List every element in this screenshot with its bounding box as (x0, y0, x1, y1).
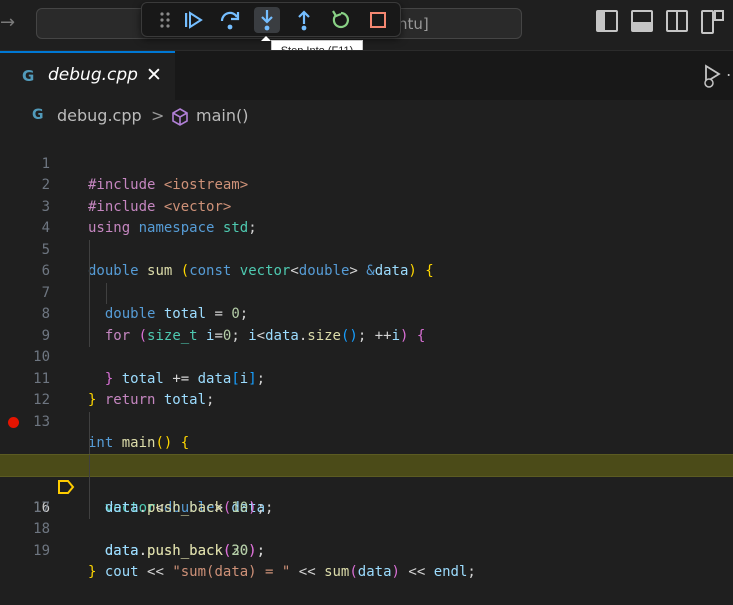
breadcrumb-file[interactable]: debug.cpp (57, 106, 142, 125)
symbol-method-icon (170, 107, 190, 131)
code-text: cout << "sum(data) = " << sum(data) << e… (104, 564, 476, 580)
continue-icon[interactable] (180, 7, 206, 33)
indent-guide (89, 325, 90, 347)
restart-icon[interactable] (328, 7, 354, 33)
step-over-icon[interactable] (217, 7, 243, 33)
indent-guide (89, 239, 90, 261)
editor-tab-bar: G debug.cpp ✕ ⋯ (0, 50, 733, 101)
current-execution-line: 16 data.push_back(20); (0, 453, 733, 559)
breakpoint-icon[interactable] (8, 416, 19, 428)
code-line: 9 } (0, 304, 733, 387)
indent-guide (89, 433, 90, 455)
cpp-file-icon: G (22, 67, 35, 85)
code-line: 10 return total; (0, 325, 733, 408)
step-into-icon[interactable] (254, 7, 280, 33)
breadcrumb-symbol[interactable]: main() (196, 106, 248, 125)
code-line: 12 (0, 369, 733, 408)
code-line: 15 data.push_back(10); (0, 433, 733, 516)
code-line: 14 vector<double> data; (0, 411, 733, 516)
code-line: 3 using namespace std; (0, 175, 733, 237)
chevron-right-icon: > (151, 106, 165, 125)
cpp-file-icon: G (32, 107, 44, 123)
close-icon[interactable]: ✕ (146, 64, 162, 86)
indent-guide (89, 454, 90, 476)
code-line: 1 #include <iostream> (0, 132, 733, 194)
indent-guide (89, 261, 90, 283)
layout-controls (596, 10, 724, 38)
code-line: 18 cout << "sum(data) = " << sum(data) <… (0, 497, 733, 580)
tab-label: debug.cpp (48, 65, 138, 85)
run-debug-icon[interactable] (701, 63, 725, 93)
code-line: 5 double sum (const vector<double> &data… (0, 218, 733, 280)
indent-guide (89, 282, 90, 304)
code-line: 2 #include <vector> (0, 154, 733, 215)
code-editor[interactable]: 1 #include <iostream> 2 #include <vector… (0, 132, 733, 581)
stop-icon[interactable] (365, 7, 391, 33)
code-line: 11 } (0, 347, 733, 409)
breadcrumb: G debug.cpp > main() (0, 103, 733, 131)
code-line: 19 } (0, 519, 733, 581)
code-line: 7 for (size_t i=0; i<data.size(); ++i) { (0, 261, 733, 344)
code-text: } (88, 564, 97, 580)
indent-guide (89, 411, 90, 433)
code-line: 6 double total = 0; (0, 239, 733, 322)
code-line: 8 total += data[i]; (0, 282, 733, 387)
drag-handle-icon[interactable] (152, 7, 178, 33)
indent-guide (106, 282, 107, 304)
customize-layout-icon[interactable] (701, 10, 724, 34)
line-number: 19 (33, 542, 50, 559)
code-line: 13 int main() { (0, 390, 733, 452)
toggle-panel-icon[interactable] (631, 10, 653, 32)
indent-guide (89, 476, 90, 498)
back-arrow-icon[interactable]: → (0, 10, 18, 36)
step-out-icon[interactable] (291, 7, 317, 33)
code-text: data.push_back(30); (104, 542, 266, 559)
code-line: 17 data.push_back(30); (0, 476, 733, 559)
tooltip-arrow (261, 36, 271, 41)
indent-guide (89, 304, 90, 326)
search-text: ntu] (398, 15, 429, 33)
toggle-primary-sidebar-icon[interactable] (596, 10, 618, 32)
debug-toolbar (141, 2, 401, 37)
indent-guide (89, 497, 90, 519)
toggle-secondary-sidebar-icon[interactable] (666, 10, 688, 32)
more-actions-icon[interactable]: ⋯ (726, 65, 733, 84)
code-line: 4 (0, 197, 733, 236)
tab-debug-cpp[interactable]: G debug.cpp ✕ (0, 51, 175, 101)
